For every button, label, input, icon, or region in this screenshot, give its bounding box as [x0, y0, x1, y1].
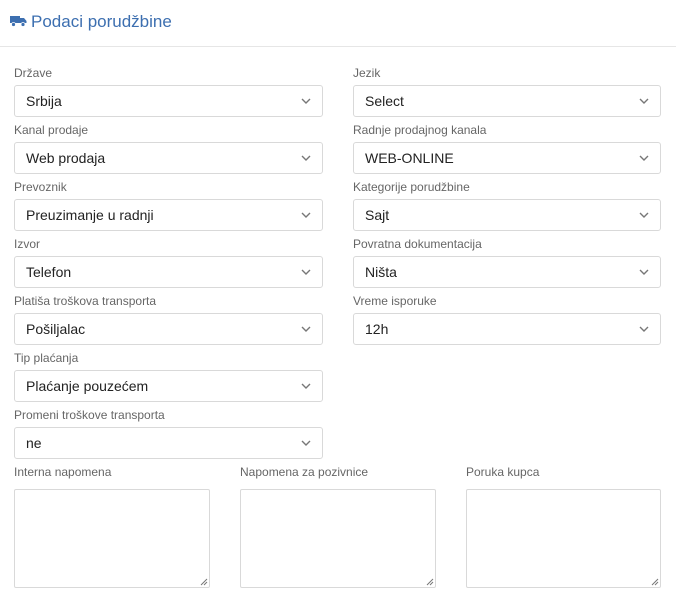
select-value: Telefon [26, 264, 72, 280]
chevron-down-icon [639, 212, 649, 218]
povratna-dokumentacija-select[interactable]: Ništa [353, 256, 661, 288]
select-value: Sajt [365, 207, 390, 223]
drzave-select[interactable]: Srbija [14, 85, 323, 117]
select-value: Preuzimanje u radnji [26, 207, 154, 223]
select-value: ne [26, 435, 42, 451]
select-value: Ništa [365, 264, 397, 280]
field-label: Povratna dokumentacija [353, 237, 482, 251]
chevron-down-icon [301, 269, 311, 275]
field-label: Radnje prodajnog kanala [353, 123, 487, 137]
field-label: Države [14, 66, 53, 80]
izvor-select[interactable]: Telefon [14, 256, 323, 288]
field-poruka-kupca: Poruka kupca [466, 465, 661, 588]
field-napomena-za-pozivnice: Napomena za pozivnice [240, 465, 436, 588]
kategorije-porudzbine-select[interactable]: Sajt [353, 199, 661, 231]
field-drzave: Države Srbija [14, 66, 323, 117]
field-platisa-troskova: Platiša troškova transporta Pošiljalac [14, 294, 323, 345]
chevron-down-icon [301, 212, 311, 218]
chevron-down-icon [639, 98, 649, 104]
field-label: Vreme isporuke [353, 294, 437, 308]
panel-header: Podaci porudžbine [0, 0, 676, 47]
chevron-down-icon [301, 383, 311, 389]
field-izvor: Izvor Telefon [14, 237, 323, 288]
chevron-down-icon [639, 269, 649, 275]
chevron-down-icon [639, 155, 649, 161]
chevron-down-icon [301, 98, 311, 104]
resize-grip-icon[interactable] [199, 577, 208, 586]
field-label: Poruka kupca [466, 465, 540, 479]
field-label: Kategorije porudžbine [353, 180, 470, 194]
chevron-down-icon [301, 326, 311, 332]
select-value: Web prodaja [26, 150, 106, 166]
platisa-troskova-select[interactable]: Pošiljalac [14, 313, 323, 345]
vreme-isporuke-select[interactable]: 12h [353, 313, 661, 345]
field-label: Tip plaćanja [14, 351, 79, 365]
field-label: Platiša troškova transporta [14, 294, 157, 308]
field-label: Napomena za pozivnice [240, 465, 369, 479]
field-radnje-prodajnog-kanala: Radnje prodajnog kanala WEB-ONLINE [353, 123, 661, 174]
napomena-za-pozivnice-textarea[interactable] [240, 489, 436, 588]
field-vreme-isporuke: Vreme isporuke 12h [353, 294, 661, 345]
select-value: Select [365, 93, 404, 109]
chevron-down-icon [301, 440, 311, 446]
resize-grip-icon[interactable] [650, 577, 659, 586]
field-promeni-troskove: Promeni troškove transporta ne [14, 408, 323, 459]
select-value: Pošiljalac [26, 321, 86, 337]
select-value: Srbija [26, 93, 62, 109]
field-kategorije-porudzbine: Kategorije porudžbine Sajt [353, 180, 661, 231]
panel-title: Podaci porudžbine [31, 12, 172, 31]
select-value: 12h [365, 321, 389, 337]
field-kanal-prodaje: Kanal prodaje Web prodaja [14, 123, 323, 174]
kanal-prodaje-select[interactable]: Web prodaja [14, 142, 323, 174]
field-label: Jezik [353, 66, 381, 80]
interna-napomena-textarea[interactable] [14, 489, 210, 588]
jezik-select[interactable]: Select [353, 85, 661, 117]
promeni-troskove-select[interactable]: ne [14, 427, 323, 459]
chevron-down-icon [639, 326, 649, 332]
field-povratna-dokumentacija: Povratna dokumentacija Ništa [353, 237, 661, 288]
field-jezik: Jezik Select [353, 66, 661, 117]
field-label: Kanal prodaje [14, 123, 89, 137]
field-prevoznik: Prevoznik Preuzimanje u radnji [14, 180, 323, 231]
select-value: Plaćanje pouzećem [26, 378, 149, 394]
radnje-prodajnog-kanala-select[interactable]: WEB-ONLINE [353, 142, 661, 174]
field-label: Prevoznik [14, 180, 67, 194]
poruka-kupca-textarea[interactable] [466, 489, 661, 588]
prevoznik-select[interactable]: Preuzimanje u radnji [14, 199, 323, 231]
field-label: Promeni troškove transporta [14, 408, 165, 422]
chevron-down-icon [301, 155, 311, 161]
tip-placanja-select[interactable]: Plaćanje pouzećem [14, 370, 323, 402]
truck-icon [10, 16, 27, 27]
select-value: WEB-ONLINE [365, 150, 454, 166]
field-label: Interna napomena [14, 465, 112, 479]
field-interna-napomena: Interna napomena [14, 465, 210, 588]
field-label: Izvor [14, 237, 41, 251]
field-tip-placanja: Tip plaćanja Plaćanje pouzećem [14, 351, 323, 402]
resize-grip-icon[interactable] [425, 577, 434, 586]
